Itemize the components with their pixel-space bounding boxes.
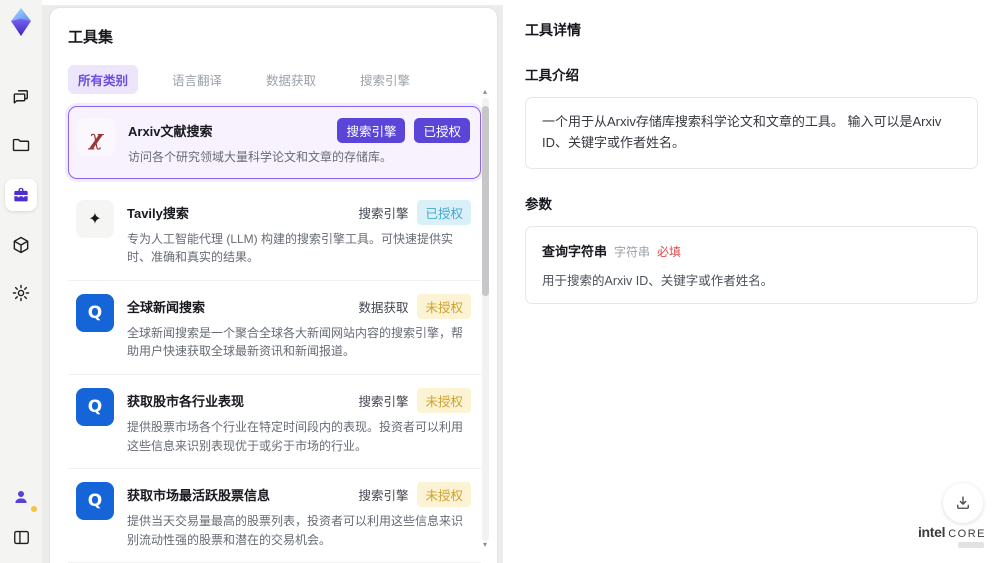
param-type: 字符串 [614, 244, 651, 259]
param-box: 查询字符串 字符串 必填 用于搜索的Arxiv ID、关键字或作者姓名。 [525, 225, 978, 304]
tool-description: 全球新闻搜索是一个聚合全球各大新闻网站内容的搜索引擎，帮助用户快速获取全球最新资… [127, 325, 464, 359]
tool-title: 全球新闻搜索 [127, 299, 206, 315]
blueq-icon: Q [76, 482, 114, 521]
tool-card[interactable]: Q 全球新闻搜索 数据获取 未授权 全球新闻搜索是一个聚合全球各大新闻网站内容的… [68, 280, 481, 375]
tool-description: 专为人工智能代理 (LLM) 构建的搜索引擎工具。可快速提供实时、准确和真实的结… [127, 231, 454, 265]
toolset-panel: 工具集 所有类别 语言翻译 数据获取 搜索引擎 χ Arxiv文献搜索 搜索引擎 已授… [50, 8, 497, 563]
tab-3[interactable]: 搜索引擎 [350, 65, 420, 94]
brand-subtext [958, 542, 984, 548]
toolset-title: 工具集 [68, 29, 114, 46]
app-sidebar [0, 0, 42, 563]
tool-title: 获取股市各行业表现 [127, 393, 245, 409]
list-scrollbar[interactable]: ▴ ▾ [481, 88, 489, 551]
tool-status-badge: 已授权 [414, 118, 470, 143]
tavily-icon: ✦ [76, 199, 114, 238]
intro-box: 一个用于从Arxiv存储库搜索科学论文和文章的工具。 输入可以是Arxiv ID… [525, 97, 978, 169]
tool-details-panel: 工具详情 工具介绍 一个用于从Arxiv存储库搜索科学论文和文章的工具。 输入可… [503, 0, 1000, 563]
tool-status-badge: 未授权 [417, 293, 471, 319]
user-icon[interactable] [7, 483, 37, 512]
chat-icon[interactable] [7, 83, 35, 111]
user-status-dot [31, 506, 37, 512]
params-heading: 参数 [525, 196, 552, 212]
tab-2[interactable]: 数据获取 [256, 65, 326, 94]
tool-card[interactable]: ✦ Tavily搜索 搜索引擎 已授权 专为人工智能代理 (LLM) 构建的搜索… [68, 186, 481, 281]
tab-1[interactable]: 语言翻译 [162, 65, 232, 94]
tool-card[interactable]: Q 获取市场最活跃股票信息 搜索引擎 未授权 提供当天交易量最高的股票列表，投资… [68, 469, 481, 563]
tool-category-badge: 搜索引擎 [337, 118, 406, 143]
settings-icon[interactable] [7, 279, 35, 307]
tool-title: 获取市场最活跃股票信息 [127, 488, 271, 504]
param-description: 用于搜索的Arxiv ID、关键字或作者姓名。 [542, 273, 774, 288]
tool-card[interactable]: χ Arxiv文献搜索 搜索引擎 已授权 访问各个研究领域大量科学论文和文章的存… [68, 106, 481, 179]
blueq-icon: Q [76, 387, 114, 426]
tab-0[interactable]: 所有类别 [68, 65, 139, 94]
app-logo-icon [8, 7, 34, 37]
download-icon [957, 496, 969, 509]
tool-title: Tavily搜索 [127, 205, 189, 221]
tool-category-badge: 数据获取 [358, 300, 409, 315]
tool-status-badge: 未授权 [417, 387, 471, 413]
tool-description: 提供股票市场各个行业在特定时间段内的表现。投资者可以利用这些信息来识别表现优于或… [127, 419, 464, 453]
scrollbar-down-icon[interactable]: ▾ [483, 541, 487, 551]
brand-intel-text: intel [917, 524, 946, 540]
tool-title: Arxiv文献搜索 [128, 124, 213, 139]
tool-status-badge: 未授权 [417, 482, 471, 508]
tool-description: 访问各个研究领域大量科学论文和文章的存储库。 [128, 150, 393, 164]
tool-status-badge: 已授权 [417, 199, 471, 225]
arxiv-icon: χ [77, 118, 115, 156]
intro-text: 一个用于从Arxiv存储库搜索科学论文和文章的工具。 输入可以是Arxiv ID… [542, 114, 942, 150]
collapse-sidebar-icon[interactable] [7, 523, 35, 551]
scrollbar-track[interactable] [481, 98, 489, 541]
scrollbar-thumb[interactable] [481, 106, 489, 296]
blueq-icon: Q [76, 293, 114, 332]
scrollbar-up-icon[interactable]: ▴ [483, 88, 487, 98]
tool-description: 提供当天交易量最高的股票列表，投资者可以利用这些信息来识别流动性强的股票和潜在的… [127, 514, 464, 547]
param-required-label: 必填 [657, 244, 682, 259]
tool-category-badge: 搜索引擎 [358, 394, 409, 409]
toolbox-icon[interactable] [5, 179, 37, 211]
category-tabs: 所有类别 语言翻译 数据获取 搜索引擎 [68, 65, 481, 94]
intel-core-logo: intel core [918, 524, 986, 548]
folder-icon[interactable] [7, 131, 35, 159]
tool-list: χ Arxiv文献搜索 搜索引擎 已授权 访问各个研究领域大量科学论文和文章的存… [68, 106, 481, 563]
brand-core-text: core [948, 528, 986, 540]
window-top-strip [0, 0, 1000, 5]
tool-card[interactable]: Q 获取股市各行业表现 搜索引擎 未授权 提供股票市场各个行业在特定时间段内的表… [68, 374, 481, 470]
cube-icon[interactable] [7, 231, 35, 259]
download-button[interactable] [943, 483, 983, 523]
tool-category-badge: 搜索引擎 [358, 206, 409, 221]
tool-category-badge: 搜索引擎 [358, 489, 409, 504]
details-title: 工具详情 [525, 22, 581, 38]
intro-heading: 工具介绍 [525, 68, 579, 83]
param-name: 查询字符串 [542, 243, 608, 259]
